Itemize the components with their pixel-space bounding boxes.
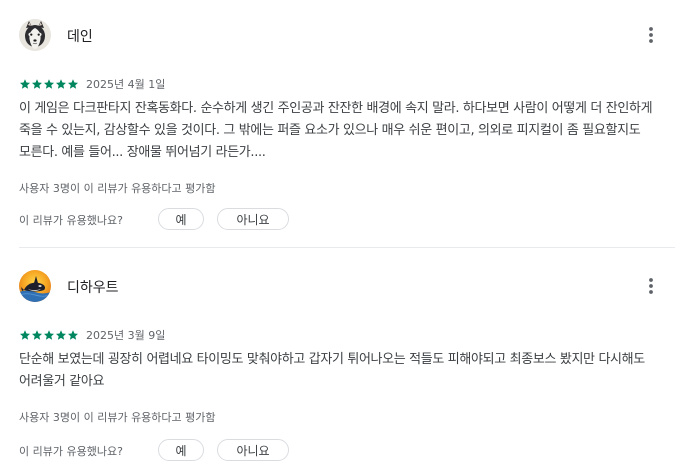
helpful-count: 사용자 3명이 이 리뷰가 유용하다고 평가함 <box>19 411 216 424</box>
star-icon <box>44 330 54 340</box>
husky-dog-avatar-icon <box>19 19 51 51</box>
helpful-yes-button[interactable]: 예 <box>158 208 204 230</box>
star-rating <box>19 78 79 90</box>
star-icon <box>68 330 78 340</box>
reviewer-name: 데인 <box>67 29 93 45</box>
more-vert-icon <box>649 278 653 294</box>
review-text: 이 게임은 다크판타지 잔혹동화다. 순수하게 생긴 주인공과 잔잔한 배경에 … <box>19 101 653 160</box>
helpful-count: 사용자 3명이 이 리뷰가 유용하다고 평가함 <box>19 182 216 195</box>
review-text: 단순해 보였는데 굉장히 어렵네요 타이밍도 맞춰야하고 갑자기 튀어나오는 적… <box>19 352 645 389</box>
rating-row: 2025년 4월 1일 <box>19 76 165 92</box>
more-options-button[interactable] <box>637 19 665 51</box>
reviewer-name: 디하우트 <box>67 280 119 296</box>
more-vert-icon <box>649 27 653 43</box>
helpful-question: 이 리뷰가 유용했나요? <box>19 445 123 458</box>
rating-row: 2025년 3월 9일 <box>19 327 165 343</box>
star-icon <box>56 330 66 340</box>
star-icon <box>44 79 54 89</box>
helpful-no-button[interactable]: 아니요 <box>217 439 289 461</box>
review-header: 데인 <box>19 19 669 53</box>
review-divider <box>19 247 675 248</box>
star-icon <box>68 79 78 89</box>
star-rating <box>19 329 79 341</box>
helpful-yes-button[interactable]: 예 <box>158 439 204 461</box>
star-icon <box>32 330 42 340</box>
star-icon <box>56 79 66 89</box>
helpful-question: 이 리뷰가 유용했나요? <box>19 214 123 227</box>
review-header: 디하우트 <box>19 270 669 304</box>
helpful-feedback: 이 리뷰가 유용했나요? 예 아니요 <box>19 208 319 232</box>
star-icon <box>20 330 30 340</box>
orca-whale-avatar-icon <box>19 270 51 302</box>
review-date: 2025년 4월 1일 <box>86 78 166 91</box>
star-icon <box>32 79 42 89</box>
star-icon <box>20 79 30 89</box>
helpful-no-button[interactable]: 아니요 <box>217 208 289 230</box>
helpful-feedback: 이 리뷰가 유용했나요? 예 아니요 <box>19 439 319 463</box>
more-options-button[interactable] <box>637 270 665 302</box>
review-date: 2025년 3월 9일 <box>86 329 166 342</box>
